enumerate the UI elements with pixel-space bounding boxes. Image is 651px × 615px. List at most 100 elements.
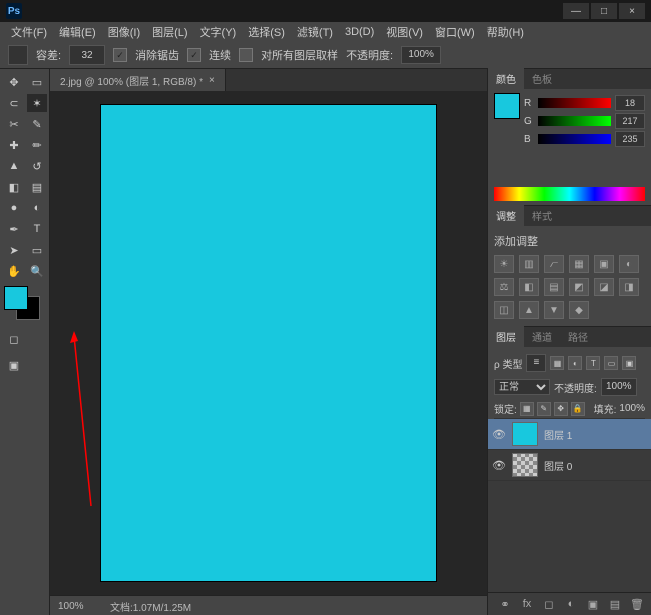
- tab-swatches[interactable]: 色板: [524, 68, 560, 89]
- marquee-tool[interactable]: ▭: [27, 73, 47, 91]
- layer-item[interactable]: 👁 图层 1: [488, 419, 651, 450]
- delete-layer-icon[interactable]: 🗑: [629, 596, 645, 612]
- filter-type-icon[interactable]: T: [586, 356, 600, 370]
- shape-tool[interactable]: ▭: [27, 241, 47, 259]
- tab-adjustments[interactable]: 调整: [488, 205, 524, 226]
- lock-all-icon[interactable]: 🔒: [571, 402, 585, 416]
- layer-item[interactable]: 👁 图层 0: [488, 450, 651, 481]
- tab-color[interactable]: 颜色: [488, 68, 524, 89]
- lock-pixels-icon[interactable]: ✎: [537, 402, 551, 416]
- canvas-area[interactable]: [50, 91, 487, 595]
- antialias-checkbox[interactable]: ✓: [113, 48, 127, 62]
- tab-channels[interactable]: 通道: [524, 326, 560, 347]
- adj-color-balance-icon[interactable]: ⚖: [494, 278, 514, 296]
- filter-pixels-icon[interactable]: ▦: [550, 356, 564, 370]
- menu-image[interactable]: 图像(I): [103, 22, 145, 42]
- adj-invert-icon[interactable]: ◨: [619, 278, 639, 296]
- move-tool[interactable]: ✥: [4, 73, 24, 91]
- adj-hue-icon[interactable]: ◐: [619, 255, 639, 273]
- filter-smart-icon[interactable]: ▣: [622, 356, 636, 370]
- g-value[interactable]: 217: [615, 113, 645, 129]
- opacity-value[interactable]: 100%: [401, 46, 441, 64]
- menu-window[interactable]: 窗口(W): [430, 22, 480, 42]
- menu-help[interactable]: 帮助(H): [482, 22, 529, 42]
- tab-layers[interactable]: 图层: [488, 326, 524, 347]
- adj-posterize-icon[interactable]: ◫: [494, 301, 514, 319]
- lock-position-icon[interactable]: ✥: [554, 402, 568, 416]
- menu-filter[interactable]: 滤镜(T): [292, 22, 338, 42]
- menu-type[interactable]: 文字(Y): [195, 22, 242, 42]
- history-brush-tool[interactable]: ↺: [27, 157, 47, 175]
- close-button[interactable]: ×: [619, 3, 645, 19]
- healing-tool[interactable]: ✚: [4, 136, 24, 154]
- layer-opacity-value[interactable]: 100%: [601, 378, 637, 396]
- fill-value[interactable]: 100%: [619, 403, 645, 414]
- canvas[interactable]: [101, 105, 436, 581]
- lasso-tool[interactable]: ⊂: [4, 94, 24, 112]
- layer-style-icon[interactable]: fx: [519, 596, 535, 612]
- layer-name[interactable]: 图层 0: [544, 458, 572, 473]
- layer-thumbnail[interactable]: [512, 453, 538, 477]
- adj-bw-icon[interactable]: ◧: [519, 278, 539, 296]
- menu-view[interactable]: 视图(V): [381, 22, 428, 42]
- filter-shape-icon[interactable]: ▭: [604, 356, 618, 370]
- adj-exposure-icon[interactable]: ▦: [569, 255, 589, 273]
- tab-paths[interactable]: 路径: [560, 326, 596, 347]
- g-slider[interactable]: [538, 116, 611, 126]
- layer-kind-select[interactable]: ≡: [526, 354, 546, 372]
- adj-curves-icon[interactable]: ⦧: [544, 255, 564, 273]
- document-tab-close-icon[interactable]: ×: [209, 75, 215, 86]
- layer-name[interactable]: 图层 1: [544, 427, 572, 442]
- menu-layer[interactable]: 图层(L): [147, 22, 192, 42]
- adj-channel-mixer-icon[interactable]: ◩: [569, 278, 589, 296]
- crop-tool[interactable]: ✂: [4, 115, 24, 133]
- path-select-tool[interactable]: ➤: [4, 241, 24, 259]
- visibility-icon[interactable]: 👁: [492, 459, 506, 472]
- link-layers-icon[interactable]: ⚭: [497, 596, 513, 612]
- tab-styles[interactable]: 样式: [524, 205, 560, 226]
- color-sample-swatch[interactable]: [494, 93, 520, 119]
- adj-selective-color-icon[interactable]: ◆: [569, 301, 589, 319]
- screen-mode-button[interactable]: ▣: [4, 356, 24, 374]
- tolerance-input[interactable]: [69, 45, 105, 65]
- blur-tool[interactable]: ●: [4, 199, 24, 217]
- adj-brightness-icon[interactable]: ☀: [494, 255, 514, 273]
- new-layer-icon[interactable]: ▤: [607, 596, 623, 612]
- maximize-button[interactable]: □: [591, 3, 617, 19]
- r-value[interactable]: 18: [615, 95, 645, 111]
- eyedropper-tool[interactable]: ✎: [27, 115, 47, 133]
- r-slider[interactable]: [538, 98, 611, 108]
- minimize-button[interactable]: —: [563, 3, 589, 19]
- adj-gradient-map-icon[interactable]: ▼: [544, 301, 564, 319]
- visibility-icon[interactable]: 👁: [492, 428, 506, 441]
- adj-vibrance-icon[interactable]: ▣: [594, 255, 614, 273]
- adj-photo-filter-icon[interactable]: ▤: [544, 278, 564, 296]
- zoom-tool[interactable]: 🔍: [27, 262, 47, 280]
- blend-mode-select[interactable]: 正常: [494, 379, 550, 395]
- type-tool[interactable]: T: [27, 220, 47, 238]
- lock-transparent-icon[interactable]: ▦: [520, 402, 534, 416]
- color-spectrum[interactable]: [494, 187, 645, 201]
- brush-tool[interactable]: ✏: [27, 136, 47, 154]
- menu-3d[interactable]: 3D(D): [340, 24, 379, 40]
- pen-tool[interactable]: ✒: [4, 220, 24, 238]
- adj-threshold-icon[interactable]: ▲: [519, 301, 539, 319]
- zoom-value[interactable]: 100%: [58, 601, 96, 612]
- new-group-icon[interactable]: ▣: [585, 596, 601, 612]
- stamp-tool[interactable]: ▲: [4, 157, 24, 175]
- contiguous-checkbox[interactable]: ✓: [187, 48, 201, 62]
- adj-levels-icon[interactable]: ▥: [519, 255, 539, 273]
- menu-select[interactable]: 选择(S): [243, 22, 290, 42]
- hand-tool[interactable]: ✋: [4, 262, 24, 280]
- gradient-tool[interactable]: ▤: [27, 178, 47, 196]
- menu-file[interactable]: 文件(F): [6, 22, 52, 42]
- magic-wand-tool[interactable]: ✶: [27, 94, 47, 112]
- menu-edit[interactable]: 编辑(E): [54, 22, 101, 42]
- layer-mask-icon[interactable]: ◻: [541, 596, 557, 612]
- filter-adjust-icon[interactable]: ◐: [568, 356, 582, 370]
- layer-thumbnail[interactable]: [512, 422, 538, 446]
- tool-preset-icon[interactable]: [8, 45, 28, 65]
- new-fill-icon[interactable]: ◐: [563, 596, 579, 612]
- b-slider[interactable]: [538, 134, 611, 144]
- eraser-tool[interactable]: ◧: [4, 178, 24, 196]
